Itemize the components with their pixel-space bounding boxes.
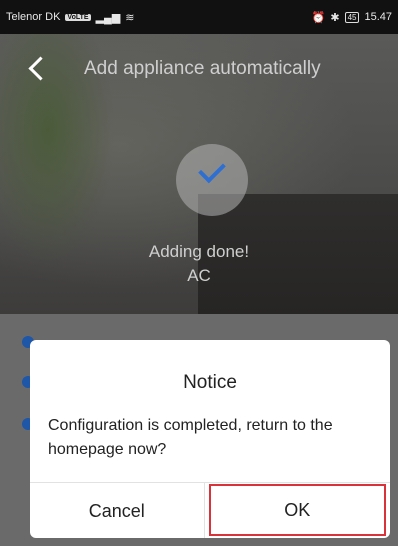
bluetooth-icon: ✱	[330, 11, 340, 24]
dialog-buttons: Cancel OK	[30, 482, 390, 538]
page-title: Add appliance automatically	[84, 58, 321, 79]
ok-button[interactable]: OK	[208, 484, 386, 536]
wifi-icon: ≋	[125, 11, 135, 24]
network-badge: VoLTE	[65, 13, 91, 21]
status-left: Telenor DK VoLTE ▂▄▆ ≋	[6, 11, 135, 24]
dialog-message: Configuration is completed, return to th…	[48, 417, 333, 458]
cancel-button[interactable]: Cancel	[30, 483, 205, 538]
status-right: ⏰ ✱ 45 15.47	[312, 11, 392, 24]
back-icon[interactable]	[24, 54, 52, 82]
carrier-label: Telenor DK	[6, 11, 61, 23]
signal-icon: ▂▄▆	[95, 11, 121, 24]
adding-done-text: Adding done!	[148, 242, 250, 261]
alarm-icon: ⏰	[311, 11, 326, 24]
battery-icon: 45	[344, 11, 360, 23]
notice-dialog: Notice Configuration is completed, retur…	[30, 340, 390, 538]
appliance-name: AC	[187, 266, 211, 285]
success-circle	[176, 144, 248, 216]
dialog-title: Notice	[183, 372, 237, 393]
hero-background: Add appliance automatically Adding done!…	[0, 34, 398, 314]
check-icon	[198, 155, 226, 184]
time-label: 15.47	[364, 11, 392, 23]
status-bar: Telenor DK VoLTE ▂▄▆ ≋ ⏰ ✱ 45 15.47	[0, 0, 398, 34]
